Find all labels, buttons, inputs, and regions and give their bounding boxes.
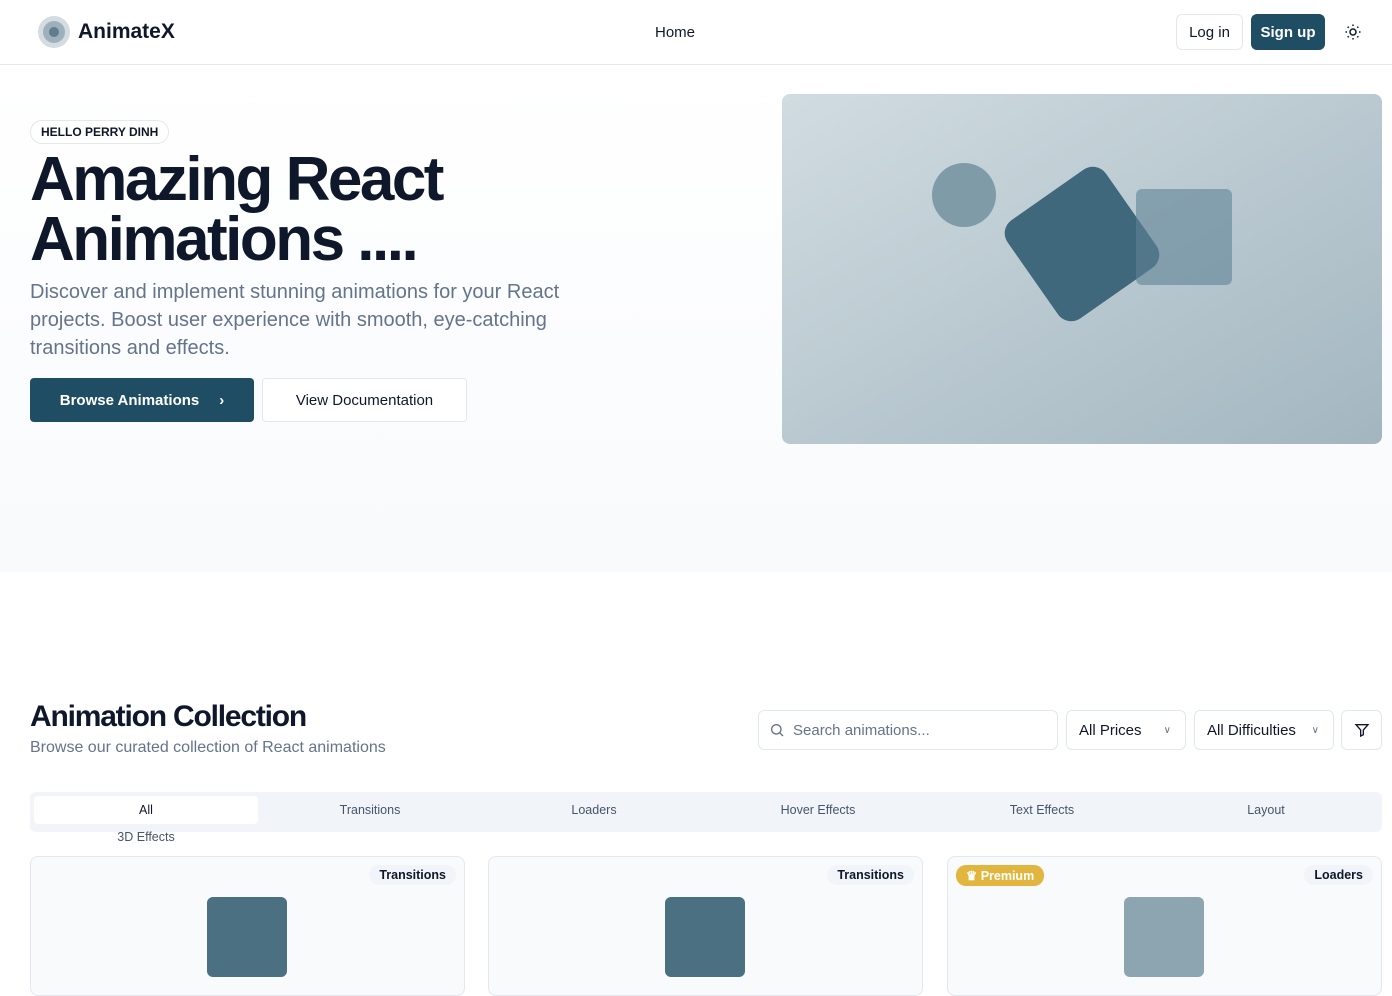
browse-label: Browse Animations [59, 391, 200, 409]
tab-loaders[interactable]: Loaders [482, 796, 706, 824]
search-icon [771, 724, 784, 737]
view-documentation-button[interactable]: View Documentation [262, 378, 467, 422]
square-shape [1136, 189, 1232, 285]
animation-preview [1124, 897, 1204, 977]
filter-button[interactable] [1341, 710, 1382, 750]
filter-icon [1354, 724, 1369, 738]
nav-home-link[interactable]: Home [655, 24, 695, 41]
difficulty-select-value: All Difficulties [1207, 721, 1296, 739]
animation-card[interactable]: Transitions [488, 856, 923, 996]
logo-icon [38, 16, 70, 48]
animation-card[interactable]: ♛ Premium Loaders [947, 856, 1382, 996]
tab-hover-effects[interactable]: Hover Effects [706, 796, 930, 824]
search-box[interactable] [758, 710, 1058, 750]
tab-text-effects[interactable]: Text Effects [930, 796, 1154, 824]
animation-preview [665, 897, 745, 977]
category-badge: Transitions [827, 865, 914, 885]
crown-icon: ♛ [966, 869, 981, 883]
hero-illustration [782, 94, 1382, 444]
tab-layout[interactable]: Layout [1154, 796, 1378, 824]
tab-3d-effects[interactable]: 3D Effects [34, 830, 258, 844]
top-nav: AnimateX Home Log in Sign up [0, 0, 1392, 65]
price-select-value: All Prices [1079, 721, 1142, 739]
animation-card[interactable]: Transitions [30, 856, 465, 996]
premium-label: Premium [980, 869, 1035, 883]
sun-icon[interactable] [1344, 23, 1362, 41]
price-select[interactable]: All Prices ∨ [1066, 710, 1186, 750]
collection-title: Animation Collection [30, 700, 307, 733]
category-badge: Transitions [369, 865, 456, 885]
login-button[interactable]: Log in [1176, 14, 1243, 50]
brand-logo[interactable]: AnimateX [38, 16, 175, 48]
category-badge: Loaders [1304, 865, 1373, 885]
hero-section: HELLO PERRY DINH Amazing React Animation… [0, 65, 1392, 572]
chevron-down-icon: ∨ [1163, 724, 1171, 736]
category-tabs: All Transitions Loaders Hover Effects Te… [30, 792, 1382, 832]
chevron-right-icon: › [219, 391, 225, 409]
signup-button[interactable]: Sign up [1251, 14, 1325, 50]
hero-subtitle: Discover and implement stunning animatio… [30, 281, 560, 359]
premium-badge: ♛ Premium [956, 865, 1045, 886]
tab-transitions[interactable]: Transitions [258, 796, 482, 824]
hero-title: Amazing React Animations .... [30, 145, 444, 274]
browse-animations-button[interactable]: Browse Animations › [30, 378, 254, 422]
difficulty-select[interactable]: All Difficulties ∨ [1194, 710, 1334, 750]
chevron-down-icon: ∨ [1311, 724, 1319, 736]
brand-name: AnimateX [78, 20, 175, 43]
animation-preview [207, 897, 287, 977]
collection-subtitle: Browse our curated collection of React a… [30, 739, 386, 756]
greeting-badge: HELLO PERRY DINH [30, 120, 170, 144]
tab-all[interactable]: All [34, 796, 258, 824]
circle-shape [932, 163, 996, 227]
search-input[interactable] [793, 721, 1043, 739]
